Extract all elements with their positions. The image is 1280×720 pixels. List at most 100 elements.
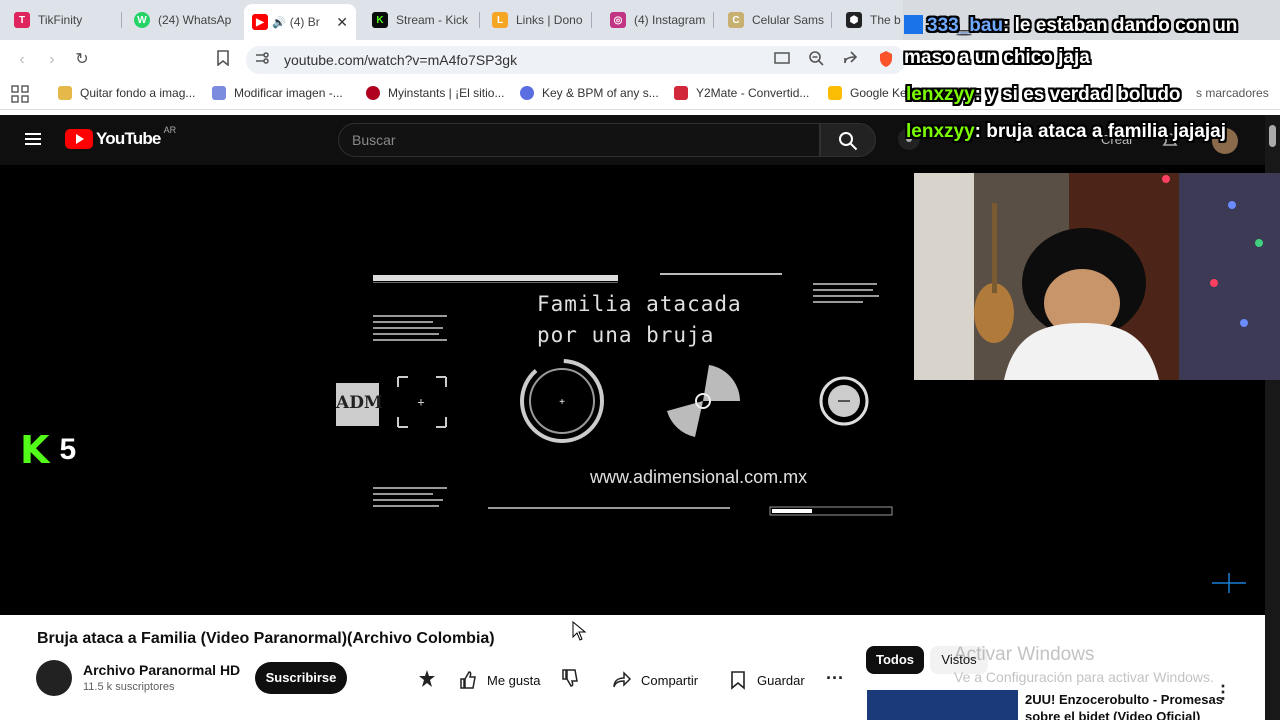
url-text[interactable]: youtube.com/watch?v=mA4fo7SP3gk bbox=[284, 52, 517, 68]
bookmark-favicon bbox=[674, 86, 688, 100]
search-placeholder: Buscar bbox=[352, 132, 396, 148]
speaker-icon[interactable]: 🔊 bbox=[272, 16, 286, 29]
bookmark-favicon bbox=[520, 86, 534, 100]
chat-username: lenxzyy bbox=[906, 121, 975, 142]
recommendation-title-line1: 2UU! Enzocerobulto - Promesas bbox=[1025, 692, 1223, 707]
chip-todos[interactable]: Todos bbox=[866, 646, 924, 674]
links-icon: L bbox=[492, 12, 508, 28]
brave-shield-icon[interactable] bbox=[876, 50, 896, 70]
like-label: Me gusta bbox=[487, 672, 541, 688]
zoom-icon[interactable] bbox=[806, 50, 826, 70]
chat-message: lenxzyy: y si es verdad boludo bbox=[906, 84, 1181, 106]
back-icon[interactable]: ‹ bbox=[12, 50, 32, 70]
bookmark-label: Google Ke bbox=[850, 86, 907, 100]
bookmark-google-keep[interactable]: Google Ke bbox=[828, 86, 907, 100]
bookmark-label: Quitar fondo a imag... bbox=[80, 86, 196, 100]
search-box[interactable]: Buscar bbox=[338, 123, 820, 157]
share-label: Compartir bbox=[641, 672, 699, 688]
bookmark-favicon bbox=[58, 86, 72, 100]
tab-kick[interactable]: K Stream - Kick bbox=[372, 6, 480, 34]
scrollbar-thumb[interactable] bbox=[1269, 125, 1276, 147]
save-icon bbox=[731, 671, 745, 690]
chat-username: 333_bau bbox=[927, 15, 1004, 36]
video-title-overlay: Familia atacada por una bruja bbox=[537, 289, 742, 351]
video-title-line1: Familia atacada bbox=[537, 292, 742, 316]
site-info-icon[interactable] bbox=[252, 50, 272, 70]
region-code: AR bbox=[163, 125, 177, 135]
tab-tikfinity[interactable]: T TikFinity bbox=[14, 6, 122, 34]
chat-username: lenxzyy bbox=[906, 84, 975, 105]
tab-label: TikFinity bbox=[38, 13, 83, 27]
chat-message: lenxzyy: bruja ataca a familia jajajaj bbox=[906, 121, 1226, 143]
svg-text:+: + bbox=[417, 395, 424, 409]
effects-icon[interactable] bbox=[416, 668, 438, 695]
install-app-icon[interactable] bbox=[772, 50, 792, 70]
tab-label: (24) WhatsAp bbox=[158, 13, 232, 27]
search-button[interactable] bbox=[820, 123, 876, 157]
bookmark-y2mate[interactable]: Y2Mate - Convertid... bbox=[674, 86, 809, 100]
subscriber-count: 11.5 k suscriptores bbox=[83, 681, 175, 693]
watermark-line1: Activar Windows bbox=[954, 644, 1095, 665]
menu-icon[interactable] bbox=[23, 129, 43, 154]
mouse-cursor-icon bbox=[572, 620, 587, 646]
tab-whatsapp[interactable]: W (24) WhatsAp bbox=[134, 6, 242, 34]
bookmark-label: Modificar imagen -... bbox=[234, 86, 343, 100]
chat-text: : y si es verdad boludo bbox=[974, 84, 1181, 105]
all-bookmarks-label: s marcadores bbox=[1196, 86, 1269, 100]
celular-icon: C bbox=[728, 12, 744, 28]
tab-links[interactable]: L Links | Dono bbox=[492, 6, 592, 34]
save-button[interactable]: Guardar bbox=[717, 664, 817, 696]
forward-icon[interactable]: › bbox=[42, 50, 62, 70]
svg-text:+: + bbox=[559, 397, 565, 408]
adm-logo: ADM bbox=[336, 393, 383, 413]
thumbs-up-icon bbox=[460, 671, 476, 689]
whatsapp-icon: W bbox=[134, 12, 150, 28]
share-icon[interactable] bbox=[840, 50, 860, 70]
watermark-line2: Ve a Configuración para activar Windows. bbox=[954, 669, 1214, 685]
tab-label: (4) Br bbox=[289, 15, 320, 29]
chat-text: maso a un chico jaja bbox=[904, 47, 1090, 68]
tab-label: (4) Instagram bbox=[634, 13, 706, 27]
subscribe-button[interactable]: Suscribirse bbox=[255, 662, 347, 694]
tab-github[interactable]: ⬢ The b bbox=[846, 6, 902, 34]
bookmark-key-bpm[interactable]: Key & BPM of any s... bbox=[520, 86, 659, 100]
reload-icon[interactable]: ↻ bbox=[72, 50, 92, 70]
kick-viewer-count: 5 bbox=[59, 433, 77, 466]
bookmark-myinstants[interactable]: Myinstants | ¡El sitio... bbox=[366, 86, 504, 100]
bookmark-quitar-fondo[interactable]: Quitar fondo a imag... bbox=[58, 86, 195, 100]
kick-viewer-badge: K 5 bbox=[20, 428, 77, 472]
youtube-logo-text: YouTube bbox=[96, 129, 161, 148]
kick-icon: K bbox=[20, 428, 50, 472]
youtube-logo[interactable]: YouTube AR bbox=[65, 125, 176, 149]
tab-label: Links | Dono bbox=[516, 13, 583, 27]
bookmark-favicon bbox=[212, 86, 226, 100]
screen: T TikFinity W (24) WhatsAp ▶ 🔊 (4) Br ✕ … bbox=[0, 0, 1280, 720]
apps-grid-icon[interactable] bbox=[10, 85, 30, 105]
tab-youtube-active[interactable]: ▶ 🔊 (4) Br ✕ bbox=[244, 4, 356, 40]
dislike-icon[interactable] bbox=[560, 668, 580, 693]
recommendation-title-line2: sobre el bidet (Video Oficial) bbox=[1025, 709, 1201, 720]
recommendation-thumbnail[interactable] bbox=[867, 690, 1018, 720]
recommendation-title[interactable]: 2UU! Enzocerobulto - Promesas sobre el b… bbox=[1025, 691, 1225, 720]
tab-instagram[interactable]: ◎ (4) Instagram bbox=[610, 6, 714, 34]
bookmark-favicon bbox=[366, 86, 380, 100]
chat-text: : le estaban dando con un bbox=[1003, 15, 1238, 36]
bookmark-icon[interactable] bbox=[213, 50, 233, 70]
github-icon: ⬢ bbox=[846, 12, 862, 28]
tab-label: Stream - Kick bbox=[396, 13, 469, 27]
streamer-webcam bbox=[914, 173, 1280, 380]
bookmark-modificar-imagen[interactable]: Modificar imagen -... bbox=[212, 86, 343, 100]
more-actions-icon[interactable]: ··· bbox=[826, 668, 844, 689]
tab-celular[interactable]: C Celular Sams bbox=[728, 6, 832, 34]
recommendation-menu-icon[interactable]: ⋮ bbox=[1214, 683, 1232, 701]
channel-avatar[interactable] bbox=[36, 660, 72, 696]
tab-label: The b bbox=[870, 13, 901, 27]
share-button[interactable]: Compartir bbox=[600, 664, 712, 696]
close-tab-icon[interactable]: ✕ bbox=[336, 14, 348, 31]
save-label: Guardar bbox=[757, 672, 805, 688]
channel-name[interactable]: Archivo Paranormal HD bbox=[83, 662, 240, 678]
bookmark-label: Y2Mate - Convertid... bbox=[696, 86, 810, 100]
kick-icon: K bbox=[372, 12, 388, 28]
youtube-icon: ▶ bbox=[252, 14, 268, 30]
all-bookmarks[interactable]: s marcadores bbox=[1196, 86, 1269, 100]
